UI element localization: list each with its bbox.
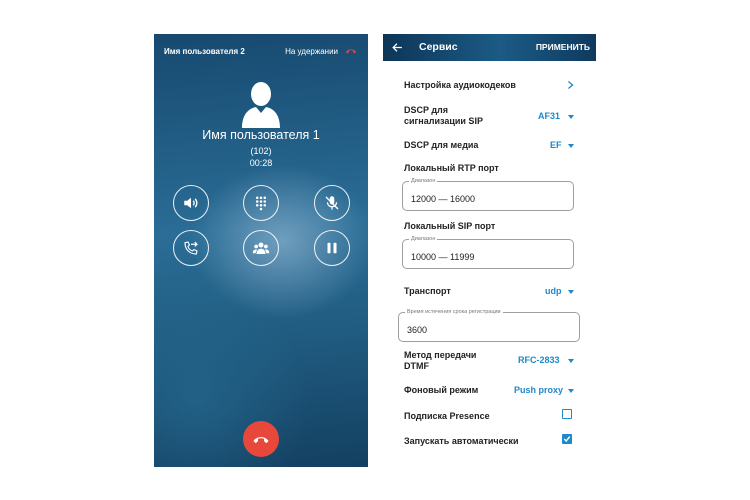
hangup-icon[interactable] (345, 46, 357, 56)
registration-expiry-value: 3600 (407, 325, 428, 335)
call-transfer-icon (184, 241, 198, 255)
app-bar: Сервис ПРИМЕНИТЬ (383, 34, 596, 61)
pause-icon (327, 242, 337, 254)
rtp-port-hint: Диапазон (409, 177, 438, 185)
dropdown-caret-icon (568, 389, 574, 393)
presence-checkbox[interactable] (562, 409, 572, 419)
sip-port-hint: Диапазон (409, 235, 438, 243)
hangup-icon (253, 436, 269, 443)
conference-button[interactable] (243, 230, 279, 266)
mic-off-icon (325, 196, 339, 210)
rtp-port-label: Локальный RTP порт (404, 163, 499, 173)
call-screen: Имя пользователя 2 На удержании Имя поль… (154, 34, 368, 467)
speaker-button[interactable] (173, 185, 209, 221)
background-mode-label: Фоновый режим (404, 385, 479, 395)
autostart-label: Запускать автоматически (404, 436, 519, 446)
checkmark-icon (563, 436, 571, 443)
end-call-button[interactable] (243, 421, 279, 457)
speaker-icon (184, 197, 198, 209)
dropdown-caret-icon (568, 359, 574, 363)
dtmf-label-line1: Метод передачи (404, 350, 477, 360)
background-mode-value: Push proxy (514, 385, 564, 395)
dialpad-icon (255, 196, 267, 211)
transport-value: udp (545, 286, 562, 296)
dtmf-label-line2: DTMF (404, 361, 429, 371)
sip-port-label: Локальный SIP порт (404, 221, 496, 231)
sip-port-value: 10000 — 11999 (411, 252, 475, 262)
settings-screen: Сервис ПРИМЕНИТЬ Настройка аудиокодеков … (383, 34, 596, 467)
keypad-button[interactable] (243, 185, 279, 221)
transfer-button[interactable] (173, 230, 209, 266)
sip-port-field[interactable]: Диапазон 10000 — 11999 (402, 235, 574, 269)
hold-button[interactable] (314, 230, 350, 266)
dscp-media-value: EF (550, 140, 562, 150)
transport-label: Транспорт (404, 286, 451, 296)
screen-title: Сервис (419, 41, 458, 53)
dtmf-value: RFC-2833 (518, 355, 560, 365)
held-user-name: Имя пользователя 2 (164, 47, 245, 56)
registration-expiry-field[interactable]: Время истечения срока регистрации 3600 (398, 308, 580, 342)
call-timer: 00:28 (249, 158, 273, 168)
registration-expiry-hint: Время истечения срока регистрации (405, 308, 503, 316)
caller-number: (102) (250, 146, 272, 156)
codecs-label: Настройка аудиокодеков (404, 80, 516, 90)
apply-button[interactable]: ПРИМЕНИТЬ (536, 42, 590, 52)
group-icon (252, 242, 270, 254)
mute-button[interactable] (314, 185, 350, 221)
chevron-right-icon (567, 81, 574, 89)
held-call-bar[interactable]: Имя пользователя 2 На удержании (154, 34, 368, 70)
rtp-port-value: 12000 — 16000 (411, 194, 476, 204)
rtp-port-field[interactable]: Диапазон 12000 — 16000 (402, 177, 574, 211)
hold-status: На удержании (285, 47, 338, 56)
dscp-media-label: DSCP для медиа (404, 140, 479, 150)
dscp-sip-label-line1: DSCP для (404, 105, 449, 115)
autostart-checkbox[interactable] (562, 434, 572, 444)
caller-name: Имя пользователя 1 (202, 128, 320, 142)
presence-label: Подписка Presence (404, 411, 490, 421)
dropdown-caret-icon (568, 144, 574, 148)
back-arrow-icon[interactable] (391, 41, 404, 54)
dropdown-caret-icon (568, 290, 574, 294)
avatar-icon (242, 82, 280, 128)
dscp-sip-label-line2: сигнализации SIP (404, 116, 483, 126)
dscp-sip-value: AF31 (538, 111, 561, 121)
dropdown-caret-icon (568, 115, 574, 119)
